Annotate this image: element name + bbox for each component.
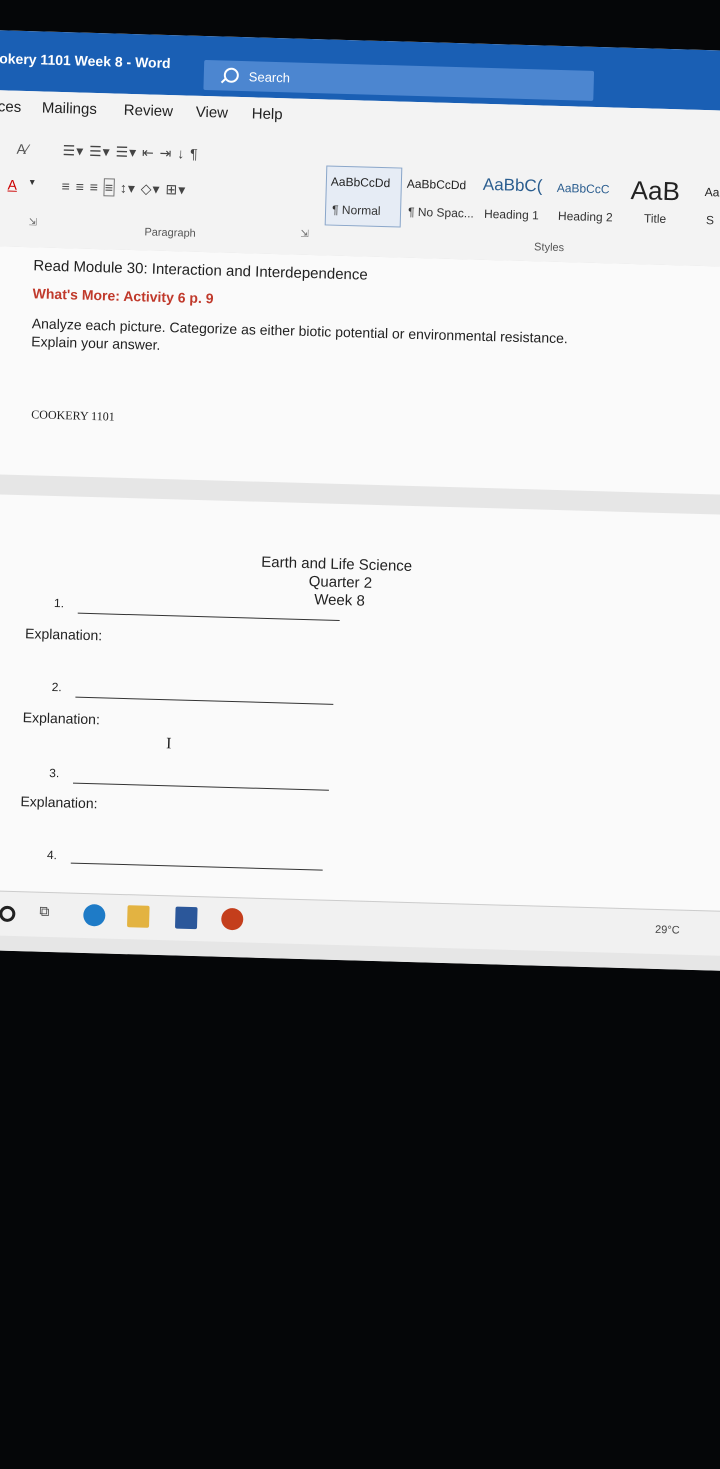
edge-icon[interactable] bbox=[83, 903, 106, 927]
instructions-line: Explain your answer. bbox=[31, 333, 161, 353]
task-view-icon[interactable]: ⧉ bbox=[39, 903, 62, 926]
document-page[interactable]: Read Module 30: Interaction and Interdep… bbox=[0, 245, 720, 496]
ribbon: A⁄ A ▾ ☰▾ ☰▾ ☰▾ ⇤ ⇥ ↓ ¶ ≡ ≡ ≡ ≡ ↕▾ ◇▾ ⊞▾… bbox=[0, 125, 720, 269]
explanation-label: Explanation: bbox=[20, 793, 98, 812]
style-preview: Aa bbox=[704, 185, 720, 200]
laptop-screen: okery 1101 Week 8 - Word Search ces Mail… bbox=[0, 30, 720, 971]
page-subtitle: Quarter 2 bbox=[308, 573, 373, 592]
style-heading-2[interactable]: AaBbCcC Heading 2 bbox=[551, 172, 629, 234]
style-no-spacing[interactable]: AaBbCcDd ¶ No Spac... bbox=[401, 168, 479, 230]
item-number: 4. bbox=[46, 847, 58, 863]
tab-review[interactable]: Review bbox=[124, 102, 174, 120]
paragraph-launcher-icon[interactable]: ⇲ bbox=[300, 229, 309, 240]
decrease-indent-icon[interactable]: ⇤ bbox=[142, 144, 155, 160]
style-normal[interactable]: AaBbCcDd ¶ Normal bbox=[324, 165, 403, 228]
line-spacing-icon[interactable]: ↕▾ bbox=[120, 180, 136, 196]
style-name: Title bbox=[643, 211, 667, 226]
weather-temperature[interactable]: 29°C bbox=[655, 924, 680, 937]
styles-group-label: Styles bbox=[533, 241, 565, 255]
page-title: Earth and Life Science bbox=[261, 553, 413, 575]
style-name: S bbox=[705, 213, 715, 228]
chevron-down-icon[interactable]: ▾ bbox=[30, 177, 35, 188]
answer-line[interactable] bbox=[70, 862, 323, 871]
style-name: Heading 2 bbox=[557, 208, 613, 225]
align-left-icon[interactable]: ≡ bbox=[61, 178, 71, 194]
search-box[interactable]: Search bbox=[203, 59, 595, 101]
style-preview: AaBbCcDd bbox=[406, 176, 467, 193]
align-right-icon[interactable]: ≡ bbox=[90, 179, 100, 195]
increase-indent-icon[interactable]: ⇥ bbox=[159, 145, 172, 161]
multilevel-list-icon[interactable]: ☰▾ bbox=[115, 144, 137, 161]
list-buttons: ☰▾ ☰▾ ☰▾ ⇤ ⇥ ↓ ¶ bbox=[62, 142, 198, 163]
align-center-icon[interactable]: ≡ bbox=[76, 178, 86, 194]
style-preview: AaBbCcDd bbox=[330, 174, 391, 191]
item-number: 1. bbox=[53, 596, 65, 611]
style-heading-1[interactable]: AaBbC( Heading 1 bbox=[477, 170, 555, 232]
bullets-icon[interactable]: ☰▾ bbox=[62, 142, 84, 159]
word-icon[interactable] bbox=[174, 906, 198, 930]
dialog-launcher-icon[interactable]: ⇲ bbox=[28, 217, 37, 228]
tab-references[interactable]: ces bbox=[0, 98, 21, 116]
file-explorer-icon[interactable] bbox=[127, 905, 150, 928]
paragraph-group-label: Paragraph bbox=[144, 226, 196, 240]
shading-icon[interactable]: ◇▾ bbox=[141, 180, 161, 197]
explanation-label: Explanation: bbox=[22, 709, 101, 728]
window-title: okery 1101 Week 8 - Word bbox=[0, 50, 171, 72]
search-icon bbox=[223, 67, 240, 83]
module-line: Read Module 30: Interaction and Interdep… bbox=[33, 257, 368, 284]
powerpoint-icon[interactable] bbox=[220, 907, 244, 931]
tab-view[interactable]: View bbox=[196, 104, 229, 122]
document-area: Read Module 30: Interaction and Interdep… bbox=[0, 245, 720, 971]
font-color-icon[interactable]: A bbox=[7, 177, 17, 193]
style-title[interactable]: AaB Title bbox=[625, 174, 703, 236]
style-subtitle[interactable]: Aa S bbox=[699, 176, 720, 237]
style-preview: AaB bbox=[630, 174, 681, 207]
item-number: 2. bbox=[51, 679, 62, 695]
explanation-label: Explanation: bbox=[24, 625, 103, 644]
start-search-icon[interactable] bbox=[0, 905, 16, 923]
text-cursor-icon: I bbox=[165, 735, 172, 753]
answer-line[interactable] bbox=[72, 782, 329, 791]
search-label: Search bbox=[248, 69, 291, 86]
sort-icon[interactable]: ↓ bbox=[177, 145, 185, 161]
style-preview: AaBbC( bbox=[482, 174, 543, 196]
style-name: ¶ Normal bbox=[331, 202, 381, 218]
activity-heading: What's More: Activity 6 p. 9 bbox=[32, 285, 214, 307]
numbering-icon[interactable]: ☰▾ bbox=[89, 143, 111, 160]
style-name: ¶ No Spac... bbox=[407, 204, 475, 221]
alignment-buttons: ≡ ≡ ≡ ≡ ↕▾ ◇▾ ⊞▾ bbox=[61, 178, 186, 198]
style-name: Heading 1 bbox=[483, 206, 539, 223]
tab-mailings[interactable]: Mailings bbox=[42, 99, 97, 118]
borders-icon[interactable]: ⊞▾ bbox=[165, 181, 186, 198]
tab-help[interactable]: Help bbox=[252, 105, 283, 123]
item-number: 3. bbox=[49, 765, 60, 781]
page-subtitle: Week 8 bbox=[313, 591, 366, 610]
page-footer: COOKERY 1101 bbox=[31, 407, 115, 424]
style-preview: AaBbCcC bbox=[556, 180, 610, 197]
document-page[interactable]: Earth and Life Science Quarter 2 Week 8 … bbox=[0, 493, 720, 915]
justify-icon[interactable]: ≡ bbox=[103, 178, 116, 197]
answer-line[interactable] bbox=[75, 696, 334, 705]
clear-formatting-icon[interactable]: A⁄ bbox=[16, 141, 28, 157]
pilcrow-icon[interactable]: ¶ bbox=[190, 146, 199, 162]
answer-line[interactable] bbox=[77, 612, 340, 621]
